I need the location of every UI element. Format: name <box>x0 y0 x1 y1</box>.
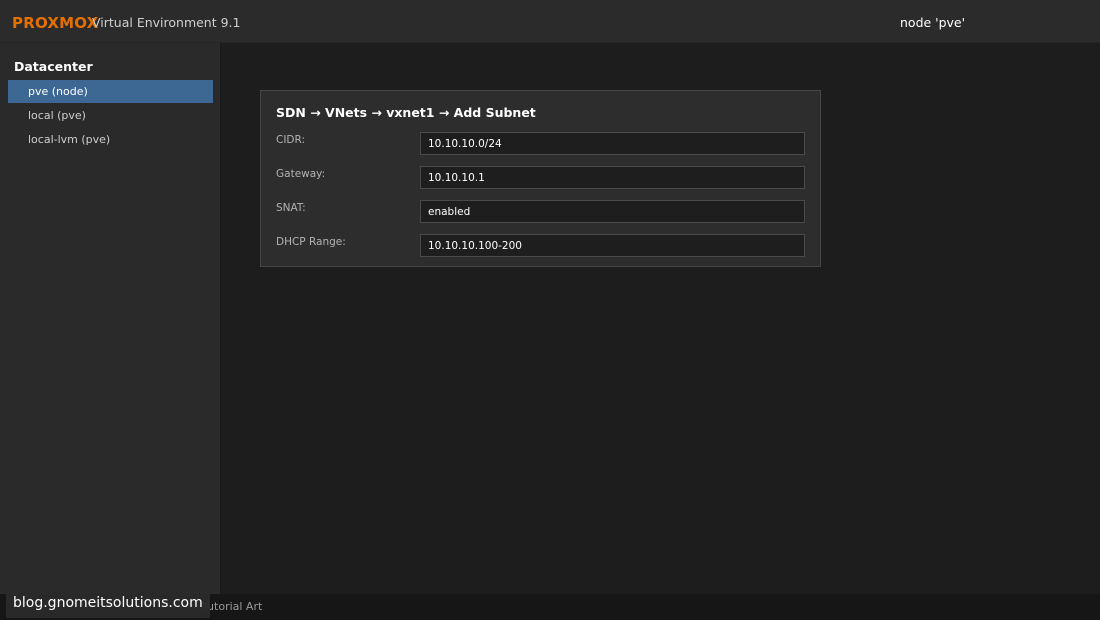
datacenter-heading[interactable]: Datacenter <box>14 59 93 74</box>
gateway-row: Gateway: <box>261 166 820 190</box>
top-bar: PROXMOX Virtual Environment 9.1 node 'pv… <box>0 0 1100 43</box>
add-subnet-panel: SDN → VNets → vxnet1 → Add Subnet CIDR: … <box>260 90 821 267</box>
proxmox-app: PROXMOX Virtual Environment 9.1 node 'pv… <box>0 0 1100 620</box>
gateway-label: Gateway: <box>276 168 326 180</box>
product-version: Virtual Environment 9.1 <box>92 15 241 30</box>
cidr-row: CIDR: <box>261 132 820 156</box>
sidebar-item-pve-node[interactable]: pve (node) <box>8 80 213 103</box>
dhcp-range-input[interactable] <box>420 234 805 257</box>
resource-tree: pve (node) local (pve) local-lvm (pve) <box>8 80 213 152</box>
dhcp-range-label: DHCP Range: <box>276 236 346 248</box>
main-content: SDN → VNets → vxnet1 → Add Subnet CIDR: … <box>221 43 1100 594</box>
watermark-badge: blog.gnomeitsolutions.com <box>6 588 210 618</box>
snat-input[interactable] <box>420 200 805 223</box>
cidr-input[interactable] <box>420 132 805 155</box>
snat-label: SNAT: <box>276 202 306 214</box>
resource-tree-sidebar: Datacenter pve (node) local (pve) local-… <box>0 43 221 594</box>
sidebar-item-local-lvm-storage[interactable]: local-lvm (pve) <box>8 128 213 151</box>
snat-row: SNAT: <box>261 200 820 224</box>
panel-title: SDN → VNets → vxnet1 → Add Subnet <box>276 105 536 120</box>
proxmox-logo[interactable]: PROXMOX <box>12 14 98 32</box>
gateway-input[interactable] <box>420 166 805 189</box>
dhcp-range-row: DHCP Range: <box>261 234 820 258</box>
footer-text: Tutorial Art <box>202 600 263 613</box>
sidebar-item-local-storage[interactable]: local (pve) <box>8 104 213 127</box>
current-node-label: node 'pve' <box>900 15 966 30</box>
cidr-label: CIDR: <box>276 134 306 146</box>
